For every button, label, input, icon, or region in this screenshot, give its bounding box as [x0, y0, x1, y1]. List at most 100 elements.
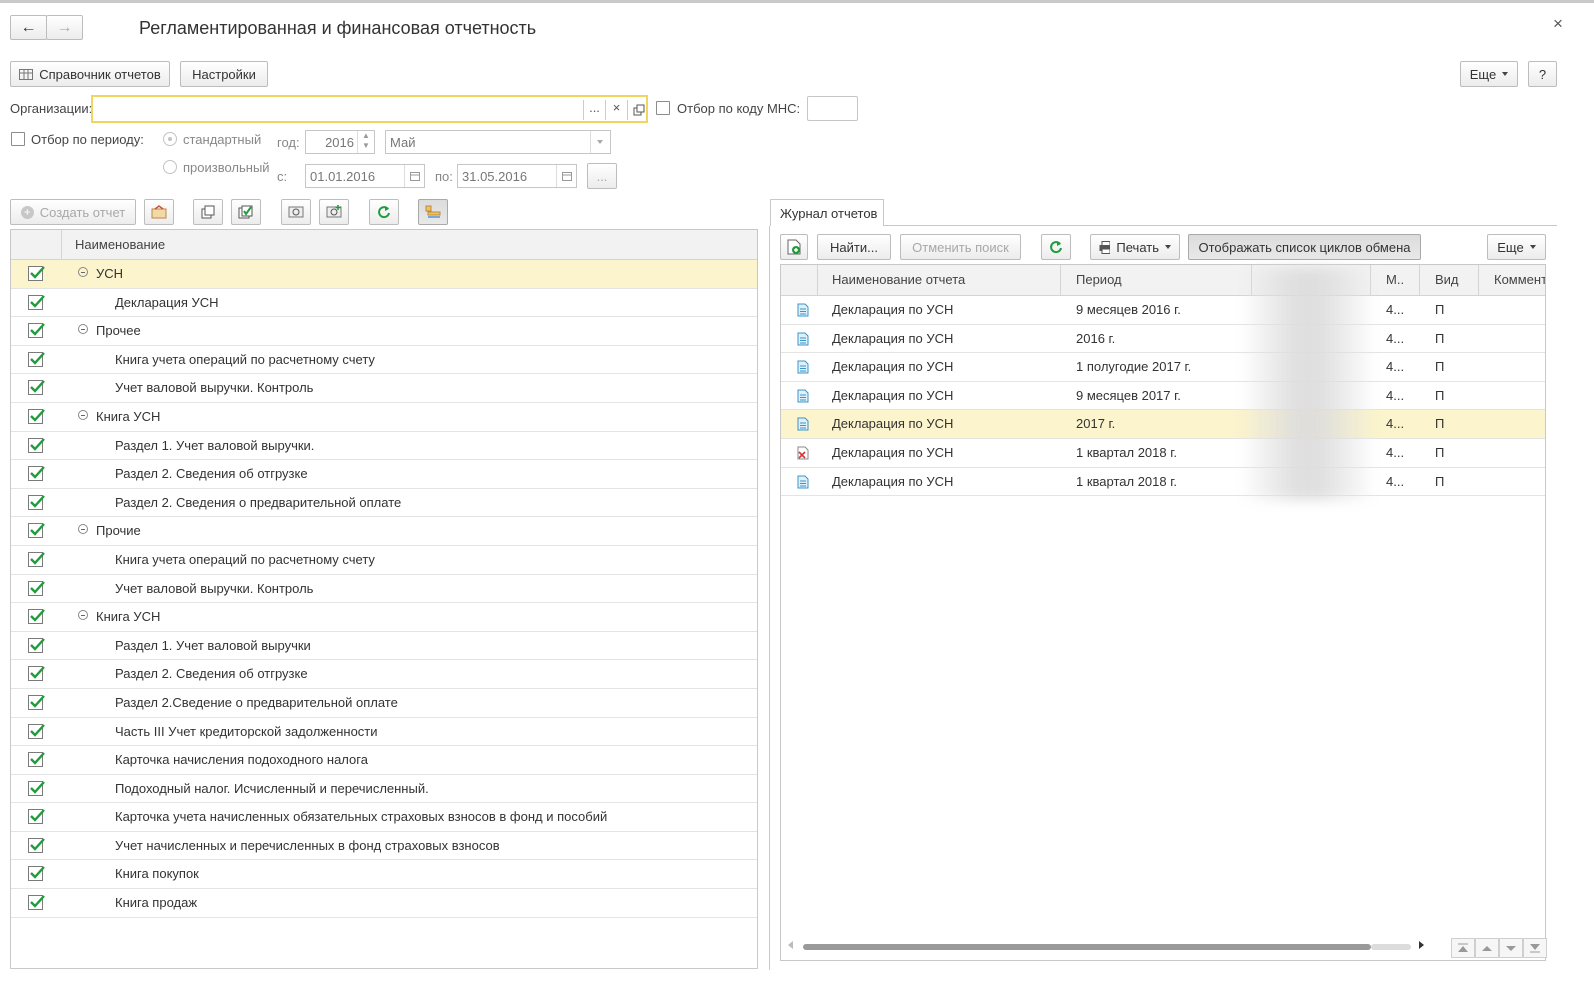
period-filter-checkbox[interactable]: [11, 132, 25, 146]
report-add-settings-button[interactable]: [319, 199, 349, 225]
close-icon[interactable]: ×: [1553, 14, 1563, 34]
row-checkbox[interactable]: [28, 609, 45, 625]
collapse-icon[interactable]: [78, 610, 88, 621]
table-row[interactable]: Декларация по УСН 9 месяцев 2016 г. 4... П: [781, 296, 1545, 325]
tree-item-row[interactable]: Раздел 1. Учет валовой выручки.: [11, 432, 757, 461]
tree-item-row[interactable]: Декларация УСН: [11, 289, 757, 318]
row-checkbox[interactable]: [28, 294, 45, 310]
tree-item-row[interactable]: Часть III Учет кредиторской задолженност…: [11, 718, 757, 747]
help-button[interactable]: ?: [1528, 61, 1557, 87]
calendar-icon[interactable]: [404, 165, 424, 187]
tree-header-name[interactable]: Наименование: [75, 237, 165, 252]
row-checkbox[interactable]: [28, 494, 45, 510]
collapse-icon[interactable]: [78, 524, 88, 535]
year-input[interactable]: 2016 ▲ ▼: [305, 130, 375, 154]
row-checkbox[interactable]: [28, 809, 45, 825]
select-all-button[interactable]: [231, 199, 261, 225]
column-header-kind[interactable]: Вид: [1435, 272, 1459, 287]
row-checkbox[interactable]: [28, 837, 45, 853]
open-folder-button[interactable]: [144, 199, 174, 225]
scrollbar-thumb[interactable]: [803, 944, 1371, 950]
period-custom-radio[interactable]: [163, 160, 177, 174]
horizontal-scrollbar[interactable]: [781, 936, 1441, 958]
tree-item-row[interactable]: Книга покупок: [11, 860, 757, 890]
row-checkbox[interactable]: [28, 780, 45, 796]
row-checkbox[interactable]: [28, 266, 45, 281]
row-checkbox[interactable]: [28, 408, 45, 424]
tree-group-row[interactable]: Прочее: [11, 317, 757, 346]
row-checkbox[interactable]: [28, 866, 45, 882]
open-icon[interactable]: [627, 100, 647, 120]
reports-reference-button[interactable]: Справочник отчетов: [10, 61, 170, 87]
add-report-button[interactable]: [780, 234, 808, 260]
show-journal-button[interactable]: [418, 199, 448, 225]
row-checkbox[interactable]: [28, 723, 45, 739]
tree-group-row[interactable]: Книга УСН: [11, 603, 757, 632]
print-button[interactable]: Печать: [1090, 234, 1180, 260]
table-row[interactable]: Декларация по УСН 2017 г. 4... П: [781, 410, 1545, 439]
tree-item-row[interactable]: Учет валовой выручки. Контроль: [11, 374, 757, 403]
tree-item-row[interactable]: Учет валовой выручки. Контроль: [11, 575, 757, 604]
journal-refresh-button[interactable]: [1041, 234, 1071, 260]
copy-button[interactable]: [193, 199, 223, 225]
forward-button[interactable]: →: [46, 15, 83, 40]
org-field[interactable]: ... ×: [91, 95, 648, 123]
reports-journal-table[interactable]: Наименование отчета Период М.. Вид Комме…: [780, 264, 1546, 961]
tree-group-row[interactable]: Книга УСН: [11, 403, 757, 432]
row-checkbox[interactable]: [28, 323, 45, 339]
tree-item-row[interactable]: Подоходный налог. Исчисленный и перечисл…: [11, 775, 757, 804]
scroll-right-icon[interactable]: [1419, 941, 1424, 949]
find-button[interactable]: Найти...: [817, 234, 891, 260]
refresh-button[interactable]: [369, 199, 399, 225]
show-exchange-cycles-button[interactable]: Отображать список циклов обмена: [1188, 234, 1421, 260]
tree-item-row[interactable]: Карточка учета начисленных обязательных …: [11, 803, 757, 832]
year-stepper-icon[interactable]: ▲ ▼: [357, 131, 374, 153]
table-row[interactable]: Декларация по УСН 2016 г. 4... П: [781, 325, 1545, 354]
journal-more-button[interactable]: Еще: [1487, 234, 1546, 260]
org-select-button[interactable]: ...: [583, 100, 605, 120]
tree-item-row[interactable]: Раздел 2. Сведения о предварительной опл…: [11, 489, 757, 518]
period-more-button[interactable]: ...: [587, 163, 617, 189]
row-checkbox[interactable]: [28, 523, 45, 539]
column-header-m[interactable]: М..: [1386, 272, 1404, 287]
tree-item-row[interactable]: Раздел 2.Сведение о предварительной опла…: [11, 689, 757, 718]
row-checkbox[interactable]: [28, 380, 45, 396]
collapse-icon[interactable]: [78, 409, 88, 420]
tree-item-row[interactable]: Учет начисленных и перечисленных в фонд …: [11, 832, 757, 861]
column-header-comment[interactable]: Коммент: [1494, 272, 1545, 287]
chevron-down-icon[interactable]: [590, 131, 610, 153]
report-tree[interactable]: Наименование УСН Декларация УСН Прочее Книг…: [10, 229, 758, 969]
tab-reports-journal[interactable]: Журнал отчетов: [770, 199, 884, 226]
settings-button[interactable]: Настройки: [180, 61, 268, 87]
row-checkbox[interactable]: [28, 551, 45, 567]
scroll-left-icon[interactable]: [788, 941, 793, 949]
row-checkbox[interactable]: [28, 752, 45, 768]
tree-group-row[interactable]: Прочие: [11, 517, 757, 546]
tree-item-row[interactable]: Раздел 1. Учет валовой выручки: [11, 632, 757, 661]
calendar-icon[interactable]: [556, 165, 576, 187]
column-header-period[interactable]: Период: [1076, 272, 1122, 287]
table-row[interactable]: Декларация по УСН 1 полугодие 2017 г. 4...…: [781, 353, 1545, 382]
table-row[interactable]: Декларация по УСН 1 квартал 2018 г. 4... П: [781, 439, 1545, 468]
scroll-up-button[interactable]: [1475, 938, 1499, 958]
scroll-down-button[interactable]: [1499, 938, 1523, 958]
row-checkbox[interactable]: [28, 466, 45, 482]
row-checkbox[interactable]: [28, 637, 45, 653]
row-checkbox[interactable]: [28, 895, 45, 911]
tree-item-row[interactable]: Карточка начисления подоходного налога: [11, 746, 757, 775]
mns-code-input[interactable]: [807, 96, 858, 121]
to-date-input[interactable]: 31.05.2016: [457, 164, 577, 188]
more-button[interactable]: Еще: [1460, 61, 1518, 87]
tree-item-row[interactable]: Раздел 2. Сведения об отгрузке: [11, 660, 757, 689]
scroll-top-button[interactable]: [1451, 938, 1475, 958]
cancel-search-button[interactable]: Отменить поиск: [900, 234, 1021, 260]
mns-filter-checkbox[interactable]: [656, 101, 670, 115]
back-button[interactable]: ←: [10, 15, 47, 40]
tree-item-row[interactable]: Книга учета операций по расчетному счету: [11, 346, 757, 375]
row-checkbox[interactable]: [28, 351, 45, 367]
tree-item-row[interactable]: Раздел 2. Сведения об отгрузке: [11, 460, 757, 489]
row-checkbox[interactable]: [28, 666, 45, 682]
create-report-button[interactable]: + Создать отчет: [10, 199, 136, 225]
scroll-bottom-button[interactable]: [1523, 938, 1547, 958]
from-date-input[interactable]: 01.01.2016: [305, 164, 425, 188]
